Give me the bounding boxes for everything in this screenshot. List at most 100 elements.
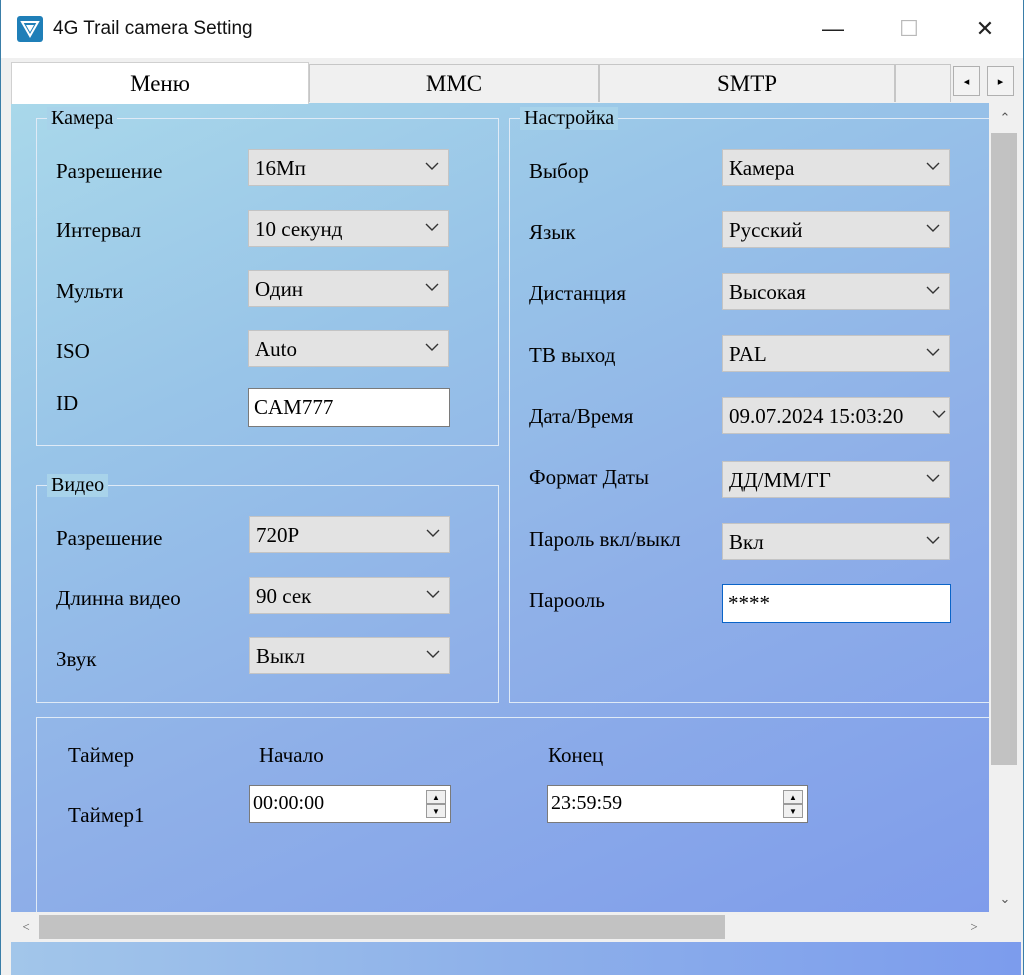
- video-resolution-label: Разрешение: [56, 526, 163, 550]
- timer1-start-spinbox[interactable]: 00:00:00 ▲ ▼: [249, 785, 451, 823]
- chevron-down-icon: [425, 343, 439, 351]
- camera-id-label: ID: [56, 391, 79, 415]
- chevron-down-icon: [426, 650, 440, 658]
- maximize-button[interactable]: ☐: [871, 0, 947, 58]
- settings-password-toggle-value: Вкл: [729, 530, 764, 554]
- chevron-down-icon: [926, 536, 940, 544]
- camera-id-input[interactable]: CAM777: [248, 388, 450, 427]
- camera-multi-select[interactable]: Один: [248, 270, 449, 307]
- camera-iso-select[interactable]: Auto: [248, 330, 449, 367]
- settings-datetime-value: 09.07.2024 15:03:20: [729, 404, 904, 428]
- camera-resolution-select[interactable]: 16Мп: [248, 149, 449, 186]
- camera-interval-label: Интервал: [56, 218, 142, 242]
- camera-iso-value: Auto: [255, 337, 297, 361]
- settings-date-format-label: Формат Даты: [529, 465, 650, 489]
- settings-date-format-value: ДД/ММ/ГГ: [729, 468, 831, 492]
- settings-password-toggle-label: Пароль вкл/выкл: [529, 527, 681, 551]
- chevron-down-icon: [926, 162, 940, 170]
- settings-distance-label: Дистанция: [529, 281, 627, 305]
- tab-overflow[interactable]: [895, 64, 951, 102]
- settings-language-label: Язык: [529, 220, 576, 244]
- settings-password-toggle-select[interactable]: Вкл: [722, 523, 950, 560]
- horizontal-scrollbar[interactable]: < >: [11, 912, 989, 942]
- chevron-down-icon: [425, 162, 439, 170]
- timer-column-header: Таймер: [68, 743, 134, 767]
- settings-distance-value: Высокая: [729, 280, 806, 304]
- video-group-title: Видео: [47, 474, 109, 497]
- chevron-down-icon: [426, 529, 440, 537]
- scroll-down-icon[interactable]: ⌄: [989, 884, 1021, 914]
- window-title: 4G Trail camera Setting: [53, 18, 253, 39]
- title-bar: 4G Trail camera Setting — ☐ ✕: [1, 0, 1023, 58]
- video-resolution-select[interactable]: 720P: [249, 516, 450, 553]
- chevron-down-icon: [926, 224, 940, 232]
- timer-group: [36, 717, 989, 914]
- timer-start-header: Начало: [259, 743, 324, 767]
- video-sound-select[interactable]: Выкл: [249, 637, 450, 674]
- menu-tab-panel: Камера Разрешение 16Мп Интервал 10 секун…: [11, 103, 989, 914]
- settings-tv-out-select[interactable]: PAL: [722, 335, 950, 372]
- chevron-down-icon: [926, 286, 940, 294]
- camera-group-title: Камера: [47, 107, 118, 130]
- vertical-scroll-thumb[interactable]: [991, 133, 1017, 765]
- timer1-label: Таймер1: [68, 803, 145, 827]
- scroll-right-icon[interactable]: >: [959, 912, 989, 942]
- settings-datetime-label: Дата/Время: [529, 404, 634, 428]
- chevron-down-icon: [932, 410, 946, 418]
- camera-multi-label: Мульти: [56, 279, 124, 303]
- spin-down-button[interactable]: ▼: [783, 804, 803, 818]
- tab-smtp[interactable]: SMTP: [599, 64, 895, 102]
- settings-mode-select[interactable]: Камера: [722, 149, 950, 186]
- video-length-value: 90 сек: [256, 584, 312, 608]
- horizontal-scroll-thumb[interactable]: [39, 915, 725, 939]
- settings-date-format-select[interactable]: ДД/ММ/ГГ: [722, 461, 950, 498]
- spin-up-button[interactable]: ▲: [426, 790, 446, 804]
- timer1-start-spin-buttons: ▲ ▼: [426, 790, 446, 818]
- video-sound-value: Выкл: [256, 644, 305, 668]
- camera-interval-value: 10 секунд: [255, 217, 343, 241]
- scrollbar-corner: [989, 912, 1021, 942]
- bottom-strip: [11, 942, 1021, 975]
- camera-resolution-label: Разрешение: [56, 159, 163, 183]
- camera-interval-select[interactable]: 10 секунд: [248, 210, 449, 247]
- camera-resolution-value: 16Мп: [255, 156, 306, 180]
- camera-multi-value: Один: [255, 277, 304, 301]
- settings-distance-select[interactable]: Высокая: [722, 273, 950, 310]
- settings-tv-out-value: PAL: [729, 342, 767, 366]
- settings-password-label: Парооль: [529, 588, 605, 612]
- tab-menu[interactable]: Меню: [11, 62, 309, 104]
- settings-language-select[interactable]: Русский: [722, 211, 950, 248]
- chevron-down-icon: [926, 474, 940, 482]
- timer1-end-value: 23:59:59: [551, 792, 623, 814]
- tab-scroll-left-button[interactable]: ◂: [953, 66, 980, 96]
- scroll-left-icon[interactable]: <: [11, 912, 41, 942]
- settings-mode-label: Выбор: [529, 159, 589, 183]
- app-logo-icon: [17, 16, 43, 42]
- tab-mmc[interactable]: MMC: [309, 64, 599, 102]
- tab-strip: Меню MMC SMTP ◂ ▸: [11, 62, 1021, 104]
- video-resolution-value: 720P: [256, 523, 300, 547]
- scroll-up-icon[interactable]: ⌃: [989, 103, 1021, 133]
- vertical-scrollbar[interactable]: ⌃ ⌄: [989, 103, 1021, 914]
- app-window: 4G Trail camera Setting — ☐ ✕ Меню MMC S…: [0, 0, 1024, 975]
- spin-down-button[interactable]: ▼: [426, 804, 446, 818]
- spin-up-button[interactable]: ▲: [783, 790, 803, 804]
- video-sound-label: Звук: [56, 647, 97, 671]
- settings-mode-value: Камера: [729, 156, 795, 180]
- video-length-label: Длинна видео: [56, 586, 181, 610]
- video-length-select[interactable]: 90 сек: [249, 577, 450, 614]
- chevron-down-icon: [426, 590, 440, 598]
- timer1-end-spinbox[interactable]: 23:59:59 ▲ ▼: [547, 785, 808, 823]
- timer1-end-spin-buttons: ▲ ▼: [783, 790, 803, 818]
- settings-password-input[interactable]: ****: [722, 584, 951, 623]
- minimize-button[interactable]: —: [795, 0, 871, 58]
- timer-end-header: Конец: [548, 743, 604, 767]
- tab-scroll-right-button[interactable]: ▸: [987, 66, 1014, 96]
- settings-tv-out-label: ТВ выход: [529, 343, 616, 367]
- settings-language-value: Русский: [729, 218, 803, 242]
- close-button[interactable]: ✕: [947, 0, 1023, 58]
- settings-group-title: Настройка: [520, 107, 619, 130]
- settings-datetime-picker[interactable]: 09.07.2024 15:03:20: [722, 397, 950, 434]
- camera-iso-label: ISO: [56, 339, 90, 363]
- chevron-down-icon: [926, 348, 940, 356]
